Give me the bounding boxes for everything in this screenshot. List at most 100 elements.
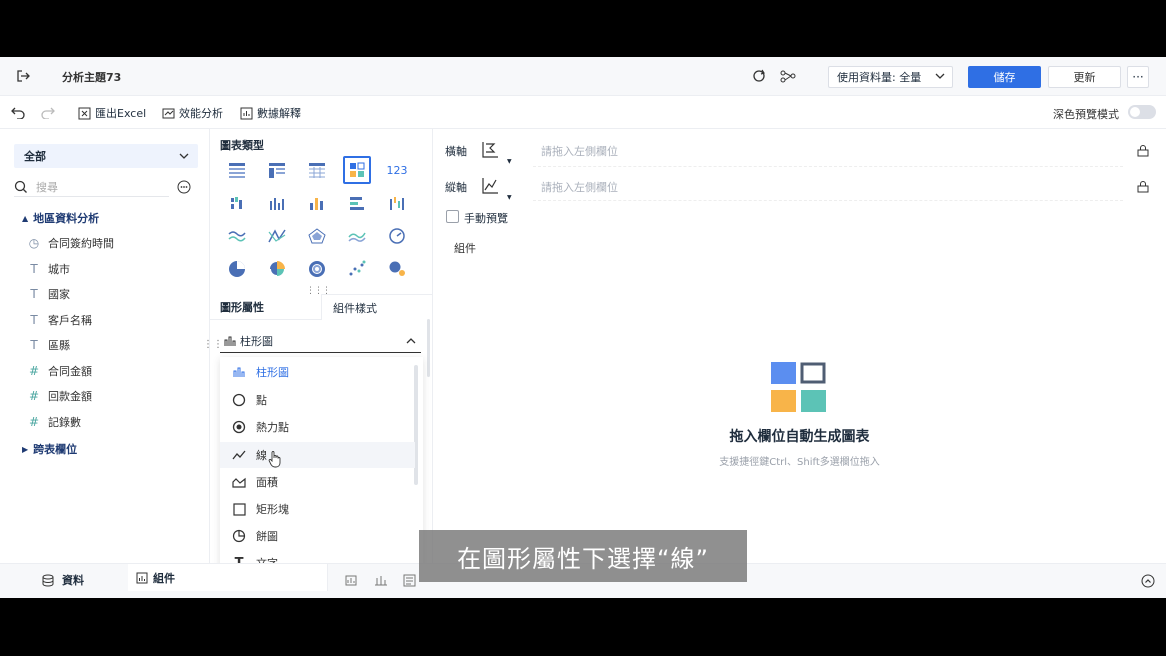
subtitle-caption: 在圖形屬性下選擇“線”: [419, 530, 747, 582]
option-label: 柱形圖: [256, 366, 289, 379]
export-excel-button[interactable]: 匯出Excel: [78, 105, 146, 121]
column-chart-icon[interactable]: [305, 191, 329, 215]
field-item[interactable]: T 城市: [26, 259, 70, 279]
manual-preview-checkbox[interactable]: [446, 210, 459, 223]
axis-type-icon[interactable]: [479, 139, 501, 161]
bar-chart-icon: [230, 366, 248, 378]
redo-icon[interactable]: [40, 104, 56, 120]
save-button[interactable]: 儲存: [968, 66, 1041, 88]
field-item[interactable]: T 客戶名稱: [26, 310, 92, 330]
group-region-analysis[interactable]: ▲ 地區資料分析: [22, 210, 99, 226]
performance-analysis-button[interactable]: 效能分析: [162, 105, 223, 121]
multi-line-icon[interactable]: [265, 224, 289, 248]
horizontal-bar-icon[interactable]: [345, 191, 369, 215]
text-type-icon: T: [30, 338, 38, 352]
field-item[interactable]: # 合同金額: [26, 361, 92, 381]
kpi-number-icon[interactable]: 123: [385, 158, 409, 182]
lock-icon[interactable]: [1135, 143, 1151, 159]
dark-preview-toggle[interactable]: [1128, 105, 1156, 119]
dataset-dropdown[interactable]: 全部: [14, 144, 198, 168]
data-volume-value: 使用資料量: 全量: [837, 71, 922, 84]
area-chart-icon[interactable]: [345, 224, 369, 248]
bubble-chart-icon[interactable]: [385, 257, 409, 281]
tab-label: 組件: [153, 571, 175, 585]
tab-component[interactable]: 組件: [128, 564, 328, 591]
gauge-chart-icon[interactable]: [385, 224, 409, 248]
radar-chart-icon[interactable]: [305, 224, 329, 248]
line-icon: [230, 449, 248, 461]
axis-type-icon[interactable]: [479, 175, 501, 197]
x-axis-label: 橫軸: [445, 145, 467, 158]
field-label: 合同簽約時間: [48, 237, 114, 250]
refresh-icon[interactable]: [750, 67, 768, 85]
field-item[interactable]: T 區縣: [26, 335, 70, 355]
circle-icon: [230, 393, 248, 407]
field-item[interactable]: # 回款金額: [26, 386, 92, 406]
option-area[interactable]: 面積: [220, 469, 415, 495]
update-button[interactable]: 更新: [1048, 66, 1121, 88]
search-field[interactable]: 搜尋: [14, 177, 169, 197]
cross-table-icon[interactable]: [265, 158, 289, 182]
group-label: 跨表欄位: [33, 443, 78, 456]
tab-graph-properties[interactable]: 圖形屬性: [220, 299, 264, 315]
database-icon: [42, 574, 54, 587]
tab-component-style[interactable]: 組件樣式: [321, 294, 433, 320]
option-label: 餅圖: [256, 530, 278, 543]
auto-chart-icon[interactable]: [343, 156, 371, 184]
field-item[interactable]: ◷ 合同簽約時間: [26, 233, 114, 253]
y-axis-drop-zone[interactable]: 請拖入左側欄位: [541, 179, 618, 195]
undo-icon[interactable]: [10, 104, 26, 120]
option-rectangle[interactable]: 矩形塊: [220, 496, 415, 522]
option-bar[interactable]: 柱形圖: [220, 359, 415, 385]
waterfall-chart-icon[interactable]: [385, 191, 409, 215]
pie-chart-icon[interactable]: [225, 257, 249, 281]
clock-icon: ◷: [28, 236, 40, 250]
rose-chart-icon[interactable]: [265, 257, 289, 281]
field-item[interactable]: # 記錄數: [26, 412, 81, 432]
search-icon: [14, 180, 28, 194]
lock-icon[interactable]: [1135, 179, 1151, 195]
relation-icon[interactable]: [779, 67, 797, 85]
field-item[interactable]: T 國家: [26, 284, 70, 304]
option-heat-point[interactable]: 熱力點: [220, 414, 415, 440]
more-options-icon[interactable]: [176, 179, 192, 195]
field-label: 合同金額: [48, 365, 92, 378]
chart-types-title: 圖表類型: [220, 139, 264, 152]
y-axis-label: 縱軸: [445, 181, 467, 194]
data-explain-button[interactable]: 數據解釋: [240, 105, 301, 121]
caret-down-icon[interactable]: ▼: [507, 158, 512, 165]
dark-preview-label: 深色預覽模式: [1053, 108, 1119, 121]
x-axis-drop-zone[interactable]: 請拖入左側欄位: [541, 143, 618, 159]
exit-icon[interactable]: [14, 67, 32, 85]
detail-table-icon[interactable]: [305, 158, 329, 182]
tab-label: 資料: [62, 574, 84, 587]
add-report-icon[interactable]: [402, 572, 418, 588]
table-chart-icon[interactable]: [225, 158, 249, 182]
option-point[interactable]: 點: [220, 387, 415, 413]
grouped-bar-icon[interactable]: [225, 191, 249, 215]
field-label: 城市: [48, 263, 70, 276]
collapse-up-icon[interactable]: [1139, 572, 1157, 590]
option-line[interactable]: 線: [220, 442, 415, 468]
option-pie[interactable]: 餅圖: [220, 523, 415, 549]
field-label: 國家: [48, 288, 70, 301]
add-component-icon[interactable]: [344, 572, 360, 588]
caret-down-icon[interactable]: ▼: [507, 194, 512, 201]
area-icon: [230, 476, 248, 488]
tab-data[interactable]: 資料: [42, 572, 84, 588]
bar-chart-icon[interactable]: [265, 191, 289, 215]
option-label: 點: [256, 394, 267, 407]
performance-label: 效能分析: [179, 107, 223, 120]
explain-label: 數據解釋: [257, 107, 301, 120]
heat-point-icon: [230, 420, 248, 434]
chevron-down-icon: [178, 150, 190, 165]
line-chart-icon[interactable]: [225, 224, 249, 248]
donut-chart-icon[interactable]: [305, 257, 329, 281]
scrollbar-thumb[interactable]: [427, 319, 430, 377]
more-button[interactable]: ···: [1127, 66, 1149, 88]
data-volume-select[interactable]: 使用資料量: 全量: [828, 66, 953, 88]
add-dashboard-icon[interactable]: [373, 572, 389, 588]
scatter-chart-icon[interactable]: [345, 257, 369, 281]
group-cross-table[interactable]: ▶ 跨表欄位: [22, 441, 77, 457]
chart-type-select[interactable]: 柱形圖: [220, 329, 421, 353]
